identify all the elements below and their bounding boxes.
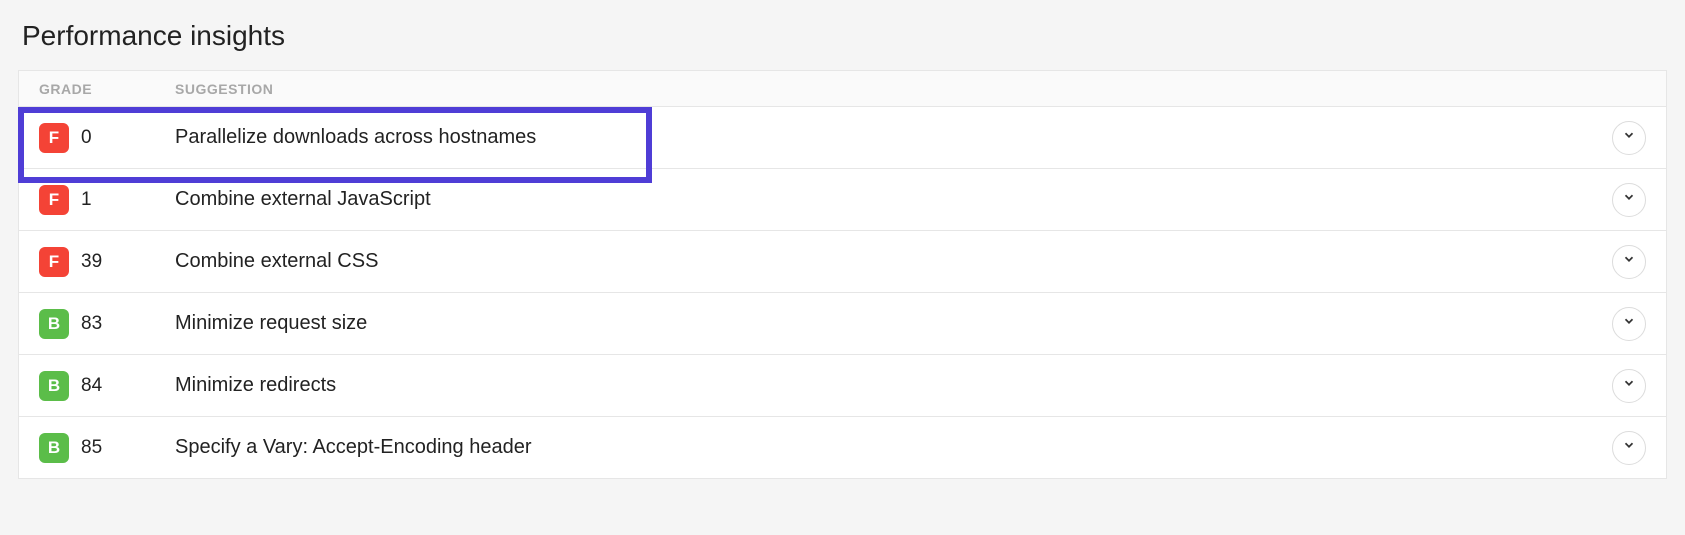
table-row[interactable]: B 84 Minimize redirects — [19, 355, 1666, 417]
table-row[interactable]: B 85 Specify a Vary: Accept-Encoding hea… — [19, 417, 1666, 479]
grade-cell: F 0 — [39, 123, 175, 153]
suggestion-text: Minimize request size — [175, 312, 1612, 335]
suggestion-text: Specify a Vary: Accept-Encoding header — [175, 436, 1612, 459]
grade-cell: B 83 — [39, 309, 175, 339]
chevron-down-icon — [1622, 376, 1636, 395]
grade-badge: F — [39, 123, 69, 153]
chevron-down-icon — [1622, 190, 1636, 209]
grade-cell: F 39 — [39, 247, 175, 277]
table-header: GRADE SUGGESTION — [19, 71, 1666, 107]
table-row[interactable]: F 1 Combine external JavaScript — [19, 169, 1666, 231]
suggestion-text: Parallelize downloads across hostnames — [175, 126, 1612, 149]
performance-insights-panel: Performance insights GRADE SUGGESTION F … — [0, 0, 1685, 479]
grade-score: 84 — [81, 375, 102, 397]
header-grade: GRADE — [39, 81, 175, 97]
suggestion-text: Combine external CSS — [175, 250, 1612, 273]
chevron-down-icon — [1622, 314, 1636, 333]
expand-button[interactable] — [1612, 307, 1646, 341]
grade-badge: B — [39, 309, 69, 339]
panel-title: Performance insights — [22, 20, 1667, 52]
suggestion-text: Combine external JavaScript — [175, 188, 1612, 211]
table-row[interactable]: F 39 Combine external CSS — [19, 231, 1666, 293]
grade-badge: B — [39, 433, 69, 463]
expand-button[interactable] — [1612, 245, 1646, 279]
expand-button[interactable] — [1612, 183, 1646, 217]
grade-cell: B 85 — [39, 433, 175, 463]
expand-button[interactable] — [1612, 369, 1646, 403]
grade-cell: F 1 — [39, 185, 175, 215]
grade-badge: F — [39, 247, 69, 277]
grade-score: 39 — [81, 251, 102, 273]
table-row[interactable]: B 83 Minimize request size — [19, 293, 1666, 355]
grade-score: 85 — [81, 437, 102, 459]
chevron-down-icon — [1622, 438, 1636, 457]
grade-badge: B — [39, 371, 69, 401]
suggestion-text: Minimize redirects — [175, 374, 1612, 397]
chevron-down-icon — [1622, 128, 1636, 147]
grade-score: 0 — [81, 127, 92, 149]
chevron-down-icon — [1622, 252, 1636, 271]
expand-button[interactable] — [1612, 121, 1646, 155]
grade-cell: B 84 — [39, 371, 175, 401]
insights-table: GRADE SUGGESTION F 0 Parallelize downloa… — [18, 70, 1667, 479]
grade-score: 1 — [81, 189, 92, 211]
table-row[interactable]: F 0 Parallelize downloads across hostnam… — [19, 107, 1666, 169]
grade-badge: F — [39, 185, 69, 215]
grade-score: 83 — [81, 313, 102, 335]
header-suggestion: SUGGESTION — [175, 81, 273, 97]
expand-button[interactable] — [1612, 431, 1646, 465]
